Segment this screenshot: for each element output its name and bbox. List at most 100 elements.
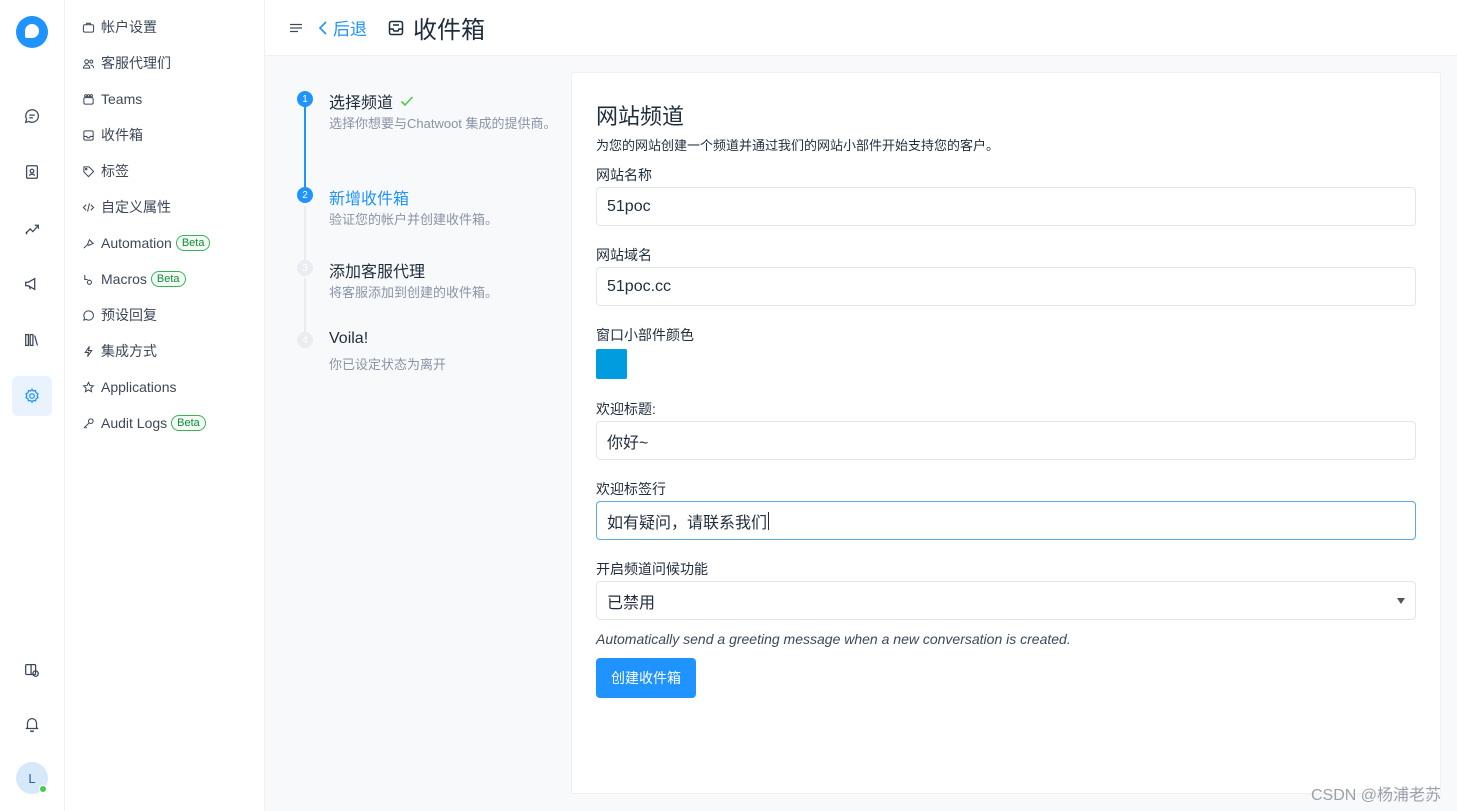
create-inbox-button[interactable]: 创建收件箱: [596, 658, 696, 698]
step-description: 验证您的帐户并创建收件箱。: [329, 212, 499, 227]
beta-badge: Beta: [171, 415, 206, 431]
sidebar-item-automation[interactable]: Automation Beta: [82, 231, 211, 255]
welcome-tagline-label: 欢迎标签行: [596, 481, 666, 497]
sidebar-item-label: Teams: [101, 91, 143, 107]
sidebar-item-label: Automation: [101, 235, 172, 251]
step-number: 4: [297, 332, 313, 348]
form-title: 网站频道: [596, 104, 685, 129]
star-icon: [82, 380, 95, 394]
website-name-label: 网站名称: [596, 167, 652, 183]
input-value: 51poc: [607, 197, 651, 215]
online-status-dot: [39, 785, 47, 793]
sidebar-item-label: 集成方式: [101, 343, 157, 359]
sidebar-item-account-settings[interactable]: 帐户设置: [82, 15, 157, 39]
sidebar-item-label: Audit Logs: [101, 415, 168, 431]
website-domain-input[interactable]: 51poc.cc: [596, 267, 1416, 306]
chat-icon: [82, 309, 95, 322]
sidebar-item-teams[interactable]: Teams: [82, 87, 142, 111]
sidebar-item-label: Macros: [101, 271, 147, 287]
checkmark-icon: [400, 96, 414, 107]
sidebar-item-label: 自定义属性: [101, 199, 171, 215]
primary-nav-rail: L: [0, 0, 65, 811]
sidebar-item-applications[interactable]: Applications: [82, 375, 177, 399]
greeting-help-text: Automatically send a greeting message wh…: [596, 631, 1071, 647]
campaigns-icon[interactable]: [12, 264, 52, 304]
chevron-left-icon: [318, 20, 327, 35]
sidebar-item-label: Applications: [101, 379, 177, 395]
help-center-icon[interactable]: [12, 650, 52, 690]
input-value: 你好~: [607, 434, 649, 452]
step-description: 你已设定状态为离开: [329, 357, 447, 372]
library-icon[interactable]: [12, 320, 52, 360]
reports-icon[interactable]: [12, 208, 52, 248]
people-icon: [82, 57, 95, 70]
welcome-title-input[interactable]: 你好~: [596, 421, 1416, 460]
key-icon: [82, 417, 95, 430]
briefcase-icon: [82, 21, 95, 34]
notifications-bell-icon[interactable]: [12, 704, 52, 744]
step-number: 3: [297, 260, 313, 276]
sidebar-item-integrations[interactable]: 集成方式: [82, 339, 157, 363]
greeting-toggle-label: 开启频道问候功能: [596, 561, 708, 577]
step-number: 1: [297, 91, 313, 107]
greeting-select[interactable]: 已禁用: [596, 581, 1416, 620]
back-label: 后退: [333, 20, 367, 39]
conversations-icon[interactable]: [12, 96, 52, 136]
beta-badge: Beta: [175, 235, 211, 251]
sidebar-item-macros[interactable]: Macros Beta: [82, 267, 186, 291]
contacts-icon[interactable]: [12, 152, 52, 192]
step-description: 选择你想要与Chatwoot 集成的提供商。: [329, 116, 557, 131]
step-title: 新增收件箱: [329, 191, 410, 208]
app-logo[interactable]: [16, 16, 48, 48]
sidebar-item-labels[interactable]: 标签: [82, 159, 129, 183]
sidebar-item-label: 标签: [101, 163, 129, 179]
website-domain-label: 网站域名: [596, 247, 652, 263]
watermark: CSDN @杨浦老苏: [1310, 787, 1441, 804]
sidebar-item-label: 帐户设置: [101, 19, 157, 35]
website-channel-form: 网站频道 为您的网站创建一个频道并通过我们的网站小部件开始支持您的客户。 网站名…: [571, 72, 1441, 794]
sidebar-item-agents[interactable]: 客服代理们: [82, 51, 171, 75]
flash-icon: [82, 345, 95, 358]
sidebar-item-audit-logs[interactable]: Audit Logs Beta: [82, 411, 206, 435]
input-value: 51poc.cc: [607, 277, 672, 295]
user-avatar[interactable]: L: [16, 762, 48, 794]
main-content: 1 选择频道 选择你想要与Chatwoot 集成的提供商。 2 新增收件箱 验证…: [265, 56, 1457, 811]
inbox-icon: [82, 129, 95, 142]
step-title: 选择频道: [329, 95, 394, 112]
sidebar-item-inboxes[interactable]: 收件箱: [82, 123, 143, 147]
automation-icon: [82, 237, 95, 250]
sidebar-item-label: 预设回复: [101, 307, 157, 323]
form-subtitle: 为您的网站创建一个频道并通过我们的网站小部件开始支持您的客户。: [596, 138, 1000, 153]
team-icon: [82, 93, 95, 106]
inbox-icon: [388, 20, 404, 35]
tag-icon: [82, 165, 95, 178]
widget-color-picker[interactable]: [596, 349, 627, 379]
sidebar-item-canned-responses[interactable]: 预设回复: [82, 303, 157, 327]
step-connector-done: [304, 105, 306, 200]
step-description: 将客服添加到创建的收件箱。: [329, 285, 499, 300]
sidebar-item-label: 收件箱: [101, 127, 143, 143]
text-cursor: [768, 511, 770, 530]
input-value: 如有疑问，请联系我们: [607, 514, 768, 532]
menu-toggle-icon[interactable]: [289, 21, 303, 35]
welcome-tagline-input[interactable]: 如有疑问，请联系我们: [596, 501, 1416, 540]
page-title: 收件箱: [413, 17, 485, 44]
step-title: 添加客服代理: [329, 264, 426, 281]
beta-badge: Beta: [150, 271, 186, 287]
widget-color-label: 窗口小部件颜色: [596, 327, 694, 343]
welcome-title-label: 欢迎标题:: [596, 401, 656, 417]
avatar-initial: L: [28, 770, 36, 786]
code-icon: [82, 201, 95, 214]
website-name-input[interactable]: 51poc: [596, 187, 1416, 226]
sidebar-item-custom-attributes[interactable]: 自定义属性: [82, 195, 171, 219]
sidebar-item-label: 客服代理们: [101, 55, 171, 71]
settings-sidebar: 帐户设置 客服代理们 Teams 收件箱 标签 自定义属性 Automation…: [65, 0, 265, 811]
step-title: Voila!: [329, 330, 369, 347]
page-header: 后退 收件箱: [265, 0, 1457, 56]
macros-icon: [82, 273, 95, 286]
step-number: 2: [297, 187, 313, 203]
dropdown-arrow-icon: [1397, 598, 1405, 604]
select-value: 已禁用: [607, 594, 656, 612]
settings-gear-icon[interactable]: [12, 376, 52, 416]
back-button[interactable]: 后退: [317, 15, 367, 40]
